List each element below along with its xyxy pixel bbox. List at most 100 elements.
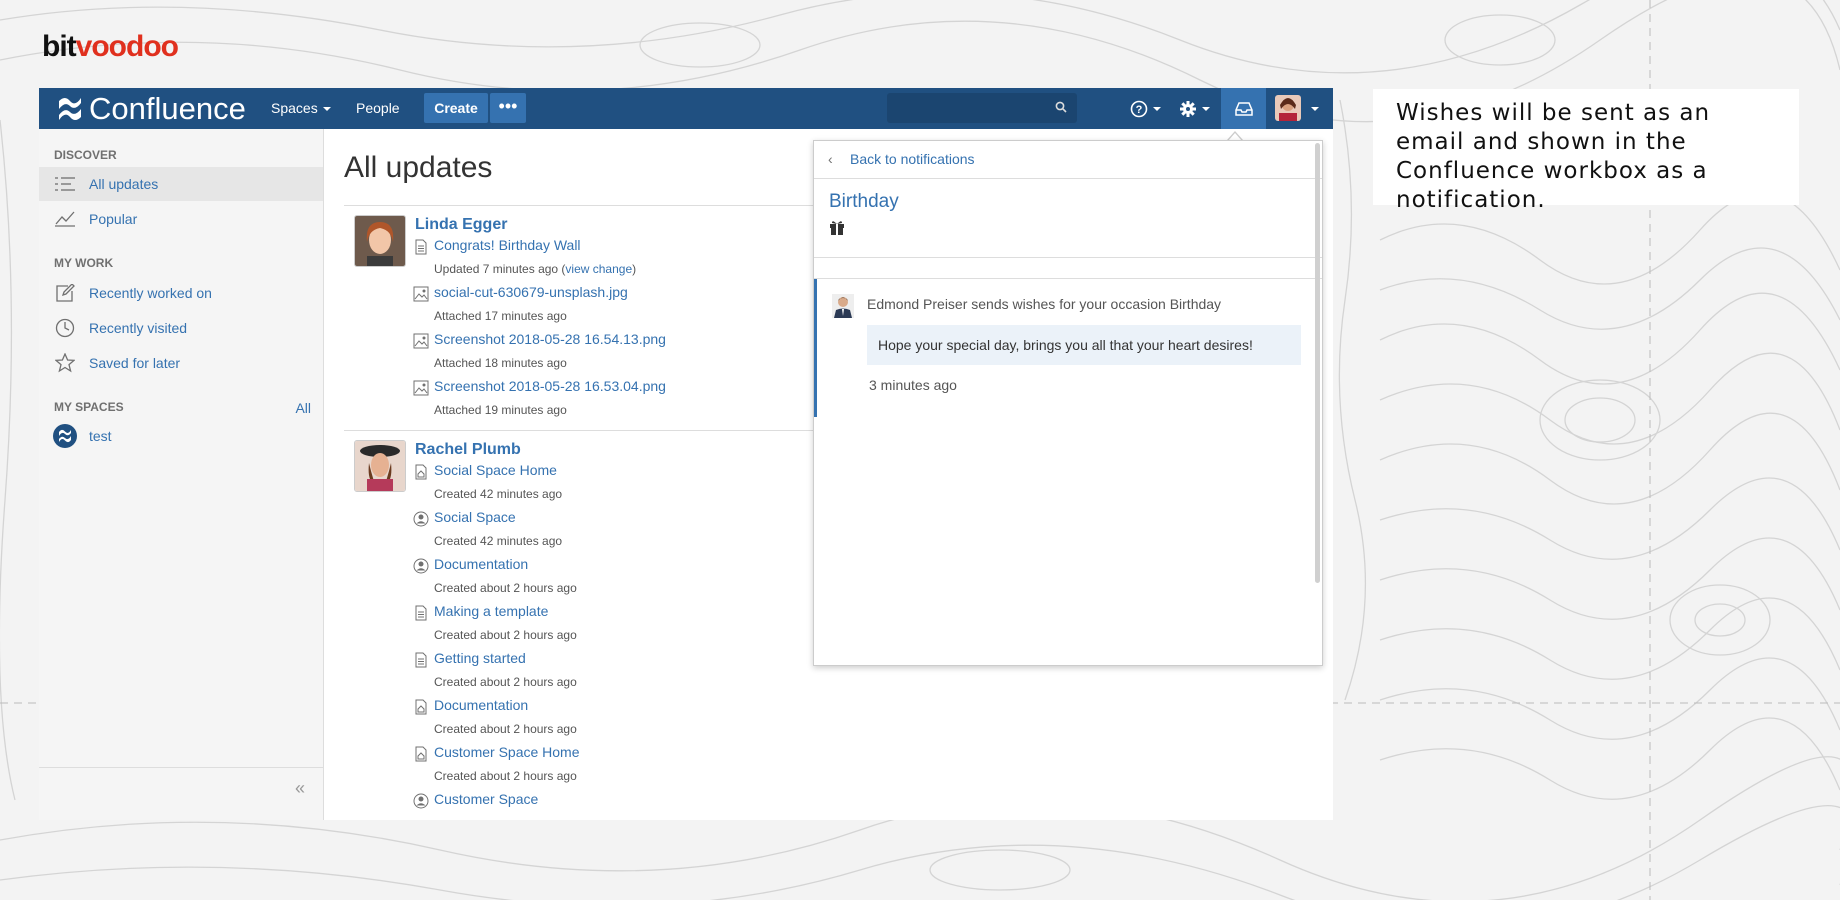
activity-meta: Created about 2 hours ago (434, 675, 577, 689)
sidebar-item-space-test[interactable]: test (39, 419, 323, 453)
chevron-down-icon (1202, 106, 1210, 111)
activity-meta: Attached 17 minutes ago (434, 309, 567, 323)
space-icon (413, 558, 429, 574)
activity-link[interactable]: Documentation (434, 556, 528, 572)
brand-part1: bit (42, 30, 77, 63)
activity-meta: Attached 18 minutes ago (434, 356, 567, 370)
activity-link[interactable]: Congrats! Birthday Wall (434, 237, 581, 253)
sender-avatar (832, 294, 854, 318)
activity-link[interactable]: Social Space (434, 509, 516, 525)
trend-icon (53, 211, 77, 227)
activity-link[interactable]: Screenshot 2018-05-28 16.53.04.png (434, 378, 666, 394)
brand-part2: voodoo (75, 30, 179, 63)
chevron-down-icon[interactable] (1311, 107, 1319, 111)
gift-icon (830, 221, 844, 235)
discover-heading: DISCOVER (54, 148, 117, 162)
all-spaces-link[interactable]: All (295, 400, 311, 416)
chevron-down-icon (1153, 106, 1161, 111)
image-icon (413, 333, 429, 349)
home-page-icon (415, 746, 427, 762)
space-icon (413, 793, 429, 809)
space-icon (413, 511, 429, 527)
more-options-button[interactable]: ••• (490, 93, 526, 123)
activity-link[interactable]: Documentation (434, 697, 528, 713)
meta-text: Updated 7 minutes ago ( (434, 262, 566, 276)
activity-meta: Created 42 minutes ago (434, 534, 563, 548)
collapse-sidebar-icon[interactable]: « (295, 778, 305, 799)
list-icon (53, 177, 77, 191)
user-name-link[interactable]: Linda Egger (415, 216, 507, 234)
svg-text:?: ? (1136, 104, 1143, 116)
confluence-logo[interactable]: Confluence (57, 91, 246, 127)
divider (344, 430, 814, 431)
help-menu[interactable]: ? (1130, 88, 1161, 129)
activity-meta: Attached 19 minutes ago (434, 403, 567, 417)
sidebar-item-label: Recently worked on (89, 285, 212, 301)
spaces-menu[interactable]: Spaces (271, 88, 331, 129)
sidebar-item-saved-for-later[interactable]: Saved for later (39, 346, 323, 380)
notification-item[interactable]: Edmond Preiser sends wishes for your occ… (814, 279, 1325, 417)
sidebar-item-label: All updates (89, 176, 159, 192)
page-title: All updates (344, 151, 493, 184)
activity-meta: Created about 2 hours ago (434, 769, 577, 783)
user-avatar[interactable] (1275, 95, 1301, 121)
help-icon: ? (1130, 100, 1148, 117)
sidebar-item-label: Recently visited (89, 320, 188, 336)
avatar[interactable] (354, 215, 406, 267)
view-change-link[interactable]: view change (565, 262, 632, 276)
page-icon (415, 652, 427, 668)
avatar-image (355, 441, 405, 491)
activity-link[interactable]: Customer Space Home (434, 744, 580, 760)
activity-link[interactable]: social-cut-630679-unsplash.jpg (434, 284, 628, 300)
sidebar-item-recently-visited[interactable]: Recently visited (39, 311, 323, 345)
sidebar-item-all-updates[interactable]: All updates (39, 167, 323, 201)
activity-meta: Created about 2 hours ago (434, 628, 577, 642)
search-icon (1055, 101, 1067, 113)
scrollbar[interactable] (1315, 143, 1320, 583)
create-button[interactable]: Create (424, 93, 488, 123)
activity-meta: Created 42 minutes ago (434, 487, 563, 501)
activity-link[interactable]: Customer Space (434, 791, 538, 807)
divider (344, 205, 814, 206)
page-icon (415, 605, 427, 621)
image-icon (413, 286, 429, 302)
home-page-icon (415, 699, 427, 715)
notification-title: Birthday (829, 191, 899, 212)
avatar-image (355, 216, 405, 266)
notification-message: Hope your special day, brings you all th… (867, 325, 1301, 365)
spaces-label: Spaces (271, 100, 318, 116)
activity-link[interactable]: Social Space Home (434, 462, 557, 478)
sidebar-item-popular[interactable]: Popular (39, 202, 323, 236)
image-icon (413, 380, 429, 396)
notification-panel: ‹ Back to notifications Birthday Edmond … (813, 140, 1323, 666)
meta-text-end: ) (632, 262, 637, 276)
edit-icon (53, 284, 77, 302)
caption-text: Wishes will be sent as an email and show… (1396, 100, 1711, 213)
activity-link[interactable]: Making a template (434, 603, 548, 619)
confluence-x-icon (59, 98, 81, 120)
top-navbar: Confluence Spaces People Create ••• ? (39, 88, 1333, 129)
user-name-link[interactable]: Rachel Plumb (415, 441, 521, 459)
space-icon (53, 424, 77, 448)
sidebar-footer: « (39, 767, 323, 820)
back-to-notifications[interactable]: ‹ Back to notifications (814, 141, 1322, 179)
star-icon (53, 353, 77, 373)
mywork-heading: MY WORK (54, 256, 114, 270)
bitvoodoo-logo: bitvoodoo (42, 30, 179, 64)
activity-link[interactable]: Screenshot 2018-05-28 16.54.13.png (434, 331, 666, 347)
sidebar-item-recently-worked-on[interactable]: Recently worked on (39, 276, 323, 310)
people-link[interactable]: People (356, 88, 400, 129)
search-input[interactable] (887, 93, 1077, 123)
page-icon (415, 239, 427, 255)
notification-time: 3 minutes ago (869, 377, 957, 393)
workbox-button[interactable] (1221, 88, 1266, 129)
inbox-icon (1234, 101, 1253, 116)
avatar[interactable] (354, 440, 406, 492)
notification-sender-text: Edmond Preiser sends wishes for your occ… (867, 296, 1222, 312)
sidebar-item-label: Popular (89, 211, 138, 227)
settings-menu[interactable] (1179, 88, 1210, 129)
caption-box: Wishes will be sent as an email and show… (1373, 89, 1799, 213)
activity-link[interactable]: Getting started (434, 650, 526, 666)
activity-meta: Created about 2 hours ago (434, 722, 577, 736)
product-name: Confluence (89, 91, 246, 126)
